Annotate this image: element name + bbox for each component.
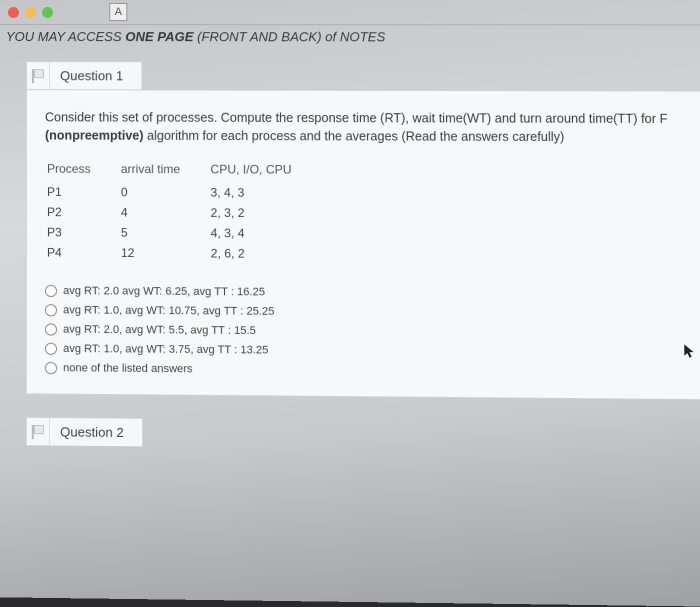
- option-label: avg RT: 2.0, avg WT: 5.5, avg TT : 15.5: [63, 324, 256, 338]
- prompt-line-2: algorithm for each process and the avera…: [144, 129, 565, 144]
- option-5[interactable]: none of the listed answers: [45, 362, 692, 379]
- radio-icon[interactable]: [45, 285, 57, 297]
- option-4[interactable]: avg RT: 1.0, avg WT: 3.75, avg TT : 13.2…: [45, 343, 692, 360]
- flag-icon: [32, 69, 44, 83]
- cell-arrival: 5: [119, 223, 209, 244]
- col-process: Process: [45, 159, 119, 182]
- instruction-text-mid: (FRONT AND BACK) of NOTES: [193, 29, 385, 44]
- option-2[interactable]: avg RT: 1.0, avg WT: 10.75, avg TT : 25.…: [45, 304, 691, 321]
- radio-icon[interactable]: [45, 343, 57, 355]
- flag-question-button[interactable]: [27, 418, 50, 446]
- radio-icon[interactable]: [45, 362, 57, 374]
- option-label: avg RT: 2.0 avg WT: 6.25, avg TT : 16.25: [63, 285, 265, 298]
- screen-surface: A YOU MAY ACCESS ONE PAGE (FRONT AND BAC…: [0, 0, 700, 607]
- cell-arrival: 4: [119, 203, 209, 224]
- cell-burst: 2, 3, 2: [209, 203, 321, 224]
- cell-process: P4: [45, 243, 119, 264]
- cell-burst: 4, 3, 4: [209, 223, 321, 244]
- exam-instruction: YOU MAY ACCESS ONE PAGE (FRONT AND BACK)…: [0, 24, 700, 57]
- question-1-title: Question 1: [50, 62, 141, 89]
- question-2-header: Question 2: [26, 417, 143, 447]
- flag-question-button[interactable]: [27, 62, 50, 89]
- window-titlebar: A: [0, 0, 700, 24]
- table-row: P2 4 2, 3, 2: [45, 202, 320, 224]
- cell-burst: 3, 4, 3: [208, 183, 320, 204]
- col-burst: CPU, I/O, CPU: [208, 159, 320, 183]
- table-header-row: Process arrival time CPU, I/O, CPU: [45, 159, 320, 183]
- col-arrival: arrival time: [119, 159, 209, 183]
- cell-burst: 2, 6, 2: [209, 243, 321, 264]
- zoom-icon[interactable]: [42, 7, 53, 18]
- table-row: P1 0 3, 4, 3: [45, 182, 320, 203]
- answer-options: avg RT: 2.0 avg WT: 6.25, avg TT : 16.25…: [45, 285, 692, 380]
- question-2-title: Question 2: [50, 418, 142, 446]
- radio-icon[interactable]: [45, 304, 57, 316]
- cell-arrival: 12: [119, 243, 209, 264]
- process-table: Process arrival time CPU, I/O, CPU P1 0 …: [45, 159, 321, 265]
- option-3[interactable]: avg RT: 2.0, avg WT: 5.5, avg TT : 15.5: [45, 324, 691, 341]
- radio-icon[interactable]: [45, 324, 57, 336]
- table-row: P3 5 4, 3, 4: [45, 222, 321, 244]
- option-label: avg RT: 1.0, avg WT: 3.75, avg TT : 13.2…: [63, 343, 268, 357]
- tab-indicator: A: [109, 3, 127, 21]
- prompt-bold: (nonpreemptive): [45, 129, 144, 143]
- question-1-header: Question 1: [26, 61, 142, 89]
- instruction-text-pre: YOU MAY ACCESS: [6, 29, 125, 44]
- cell-arrival: 0: [119, 182, 209, 203]
- tab-letter: A: [115, 6, 122, 18]
- flag-icon: [32, 425, 44, 439]
- table-row: P4 12 2, 6, 2: [45, 243, 321, 265]
- prompt-line-1: Consider this set of processes. Compute …: [45, 110, 668, 126]
- option-label: avg RT: 1.0, avg WT: 10.75, avg TT : 25.…: [63, 304, 274, 318]
- minimize-icon[interactable]: [25, 7, 36, 18]
- mouse-cursor-icon: [684, 344, 695, 358]
- cell-process: P1: [45, 182, 119, 203]
- question-1-prompt: Consider this set of processes. Compute …: [45, 108, 689, 146]
- option-label: none of the listed answers: [63, 362, 192, 375]
- cell-process: P3: [45, 222, 119, 243]
- question-1-body: Consider this set of processes. Compute …: [26, 89, 700, 400]
- instruction-text-bold: ONE PAGE: [125, 29, 193, 44]
- option-1[interactable]: avg RT: 2.0 avg WT: 6.25, avg TT : 16.25: [45, 285, 691, 301]
- close-icon[interactable]: [8, 6, 19, 17]
- question-2-panel: Question 2: [26, 417, 700, 452]
- cell-process: P2: [45, 202, 119, 223]
- question-1-panel: Question 1 Consider this set of processe…: [26, 61, 700, 452]
